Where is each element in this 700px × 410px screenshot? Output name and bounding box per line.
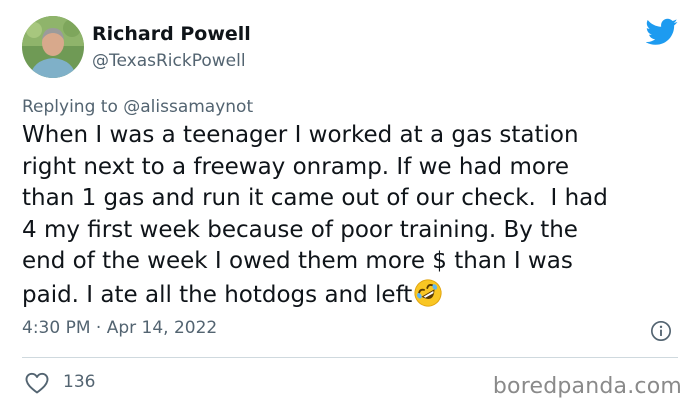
tweet-time: 4:30 PM	[22, 318, 91, 338]
tweet-timestamp[interactable]: 4:30 PM · Apr 14, 2022	[22, 318, 217, 338]
tweet-line: 4 my first week because of poor training…	[22, 216, 578, 243]
tweet-date: Apr 14, 2022	[106, 318, 218, 338]
heart-icon[interactable]	[25, 372, 49, 394]
tweet-line-last: paid. I ate all the hotdogs and left	[22, 278, 682, 312]
reply-prefix: Replying to	[22, 97, 118, 117]
divider	[22, 357, 678, 358]
avatar[interactable]	[22, 16, 84, 78]
tweet-line: paid. I ate all the hotdogs and left	[22, 281, 413, 308]
reply-target-link[interactable]: @alissamaynot	[123, 97, 253, 117]
tweet-line: right next to a freeway onramp. If we ha…	[22, 153, 570, 180]
reply-context: Replying to @alissamaynot	[22, 97, 253, 117]
author-handle[interactable]: @TexasRickPowell	[92, 51, 246, 71]
tweet-text: When I was a teenager I worked at a gas …	[22, 120, 682, 311]
twitter-bird-icon	[646, 18, 678, 45]
watermark: boredpanda.com	[492, 374, 682, 399]
author-display-name[interactable]: Richard Powell	[92, 23, 251, 45]
info-icon[interactable]	[650, 320, 672, 342]
rolling-on-floor-laughing-emoji-icon	[414, 278, 442, 307]
tweet-line: than 1 gas and run it came out of our ch…	[22, 185, 608, 211]
meta-separator: ·	[95, 318, 102, 338]
like-count: 136	[63, 372, 96, 392]
tweet-line: When I was a teenager I worked at a gas …	[22, 122, 579, 148]
tweet-line: end of the week I owed them more $ than …	[22, 248, 573, 274]
